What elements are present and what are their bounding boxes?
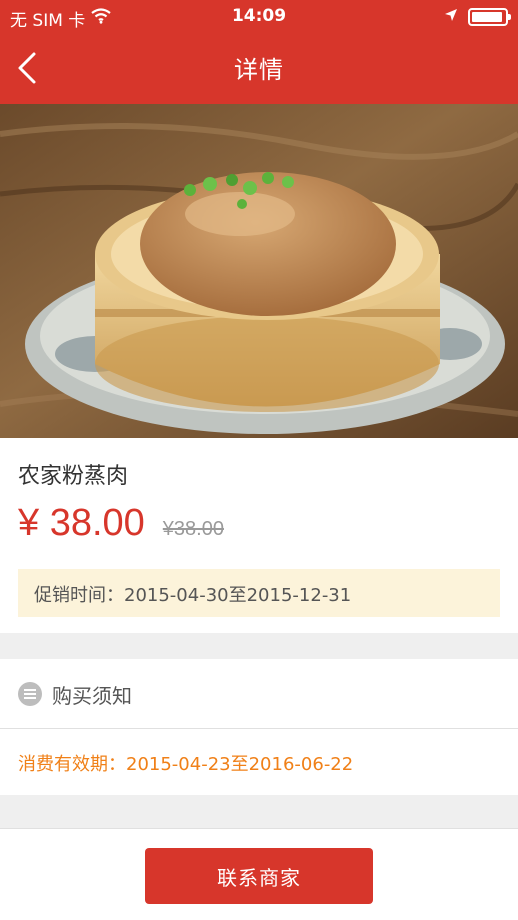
header: 无 SIM 卡 14:09 详情 xyxy=(0,0,518,104)
price-row: ¥ 38.00 ¥38.00 xyxy=(18,502,224,552)
page-title: 详情 xyxy=(234,56,284,84)
list-icon xyxy=(18,682,42,706)
validity-period: 消费有效期：2015-04-23至2016-06-22 xyxy=(18,754,354,775)
product-photo xyxy=(0,104,518,438)
section-divider xyxy=(0,633,518,659)
section-divider xyxy=(0,795,518,828)
promo-period: 促销时间：2015-04-30至2015-12-31 xyxy=(18,569,500,617)
battery-icon xyxy=(468,8,511,26)
purchase-notice-header: 购买须知 xyxy=(0,660,518,728)
divider xyxy=(0,728,518,729)
original-price: ¥38.00 xyxy=(162,518,224,540)
clock: 14:09 xyxy=(231,6,287,26)
status-right xyxy=(444,7,511,27)
divider xyxy=(0,828,518,829)
contact-merchant-button[interactable]: 联系商家 xyxy=(145,848,373,904)
purchase-notice-label: 购买须知 xyxy=(52,683,132,708)
location-arrow-icon xyxy=(444,7,458,27)
status-bar: 无 SIM 卡 14:09 xyxy=(0,0,518,34)
product-name: 农家粉蒸肉 xyxy=(18,464,129,489)
current-price: ¥ 38.00 xyxy=(18,502,145,544)
